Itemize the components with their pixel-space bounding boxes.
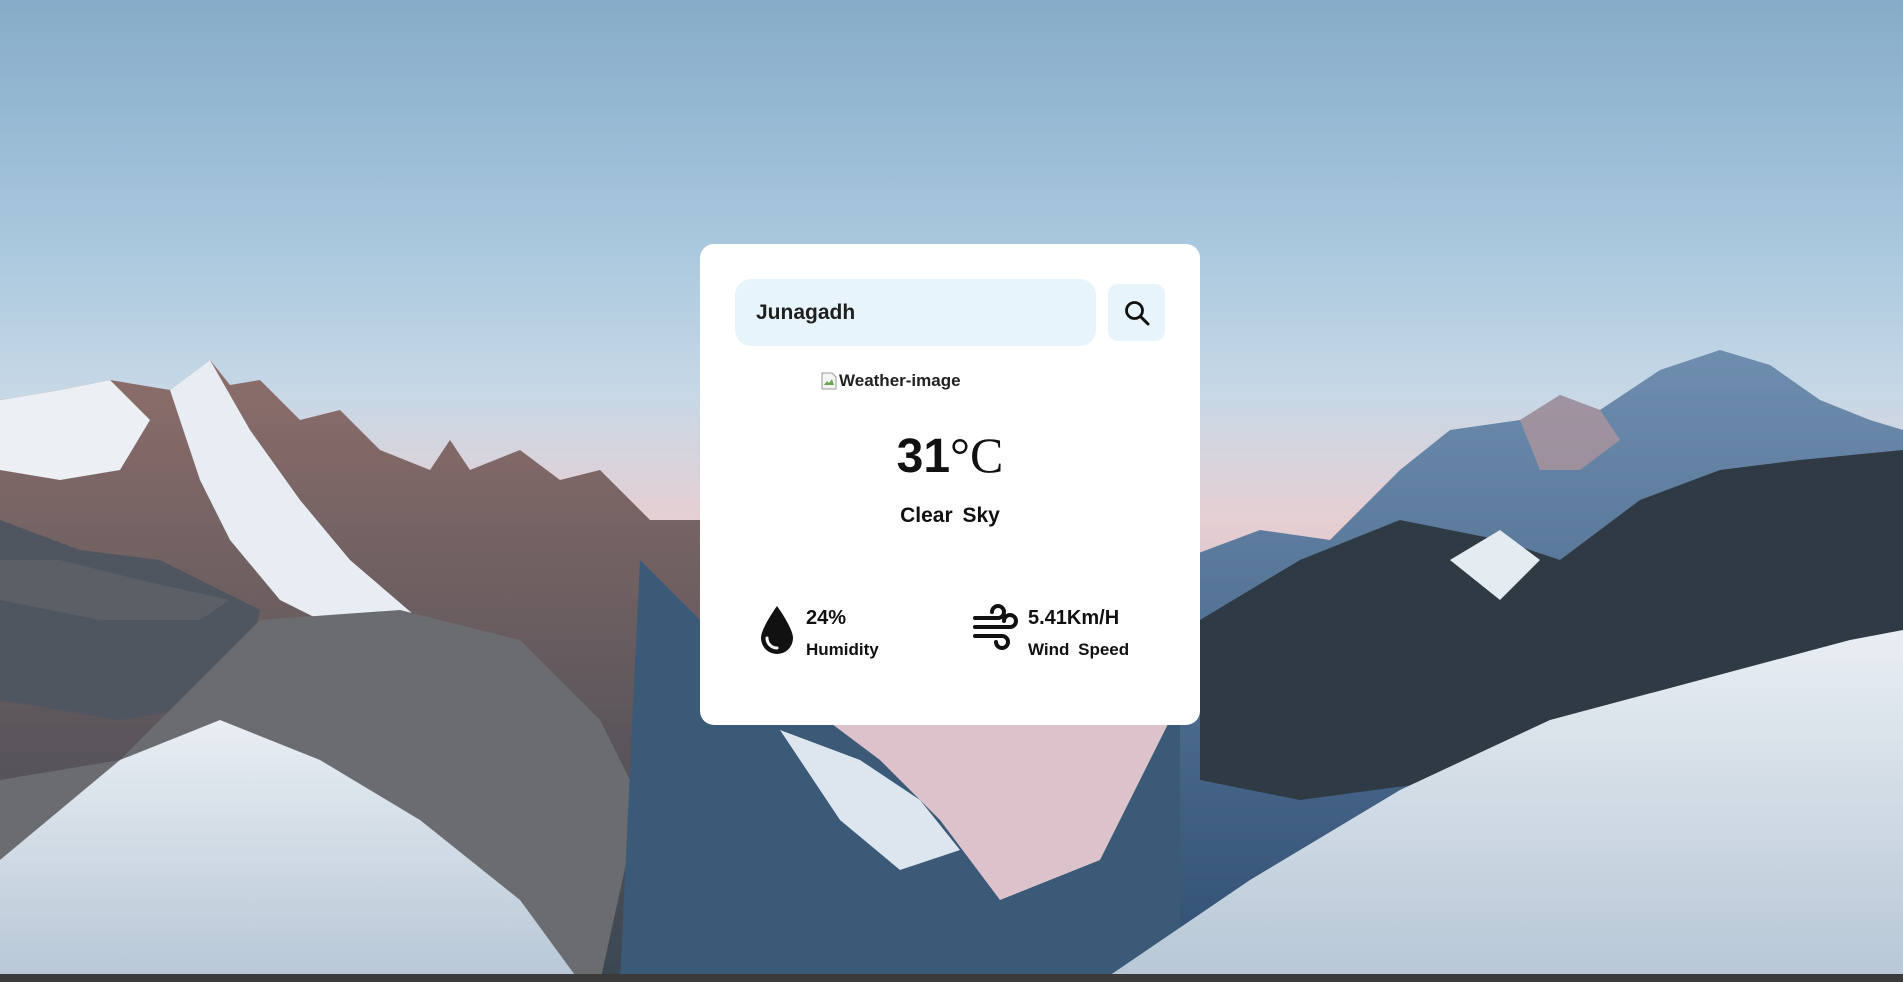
weather-image: Weather-image [821,371,961,391]
search-icon [1124,300,1149,325]
humidity-label: Humidity [806,640,879,659]
city-search-input[interactable] [735,279,1096,346]
weather-image-alt-text: Weather-image [839,371,961,390]
wind-stat: 5.41Km/H Wind Speed [972,604,1129,660]
broken-image-icon [821,372,837,390]
weather-card: Weather-image 31°C Clear Sky 24% Humidit… [700,244,1200,725]
temperature-value: 31 [896,430,951,483]
wind-icon [973,604,1018,650]
weather-description: Clear Sky [900,504,1000,527]
humidity-value: 24% [806,607,847,629]
wind-speed-label: Wind Speed [1028,640,1130,659]
humidity-stat: 24% Humidity [758,604,879,660]
search-button[interactable] [1108,284,1165,341]
water-drop-icon [761,606,793,654]
temperature: 31°C [700,430,1200,481]
wind-speed-value: 5.41Km/H [1028,607,1120,629]
temperature-unit: °C [950,427,1004,483]
